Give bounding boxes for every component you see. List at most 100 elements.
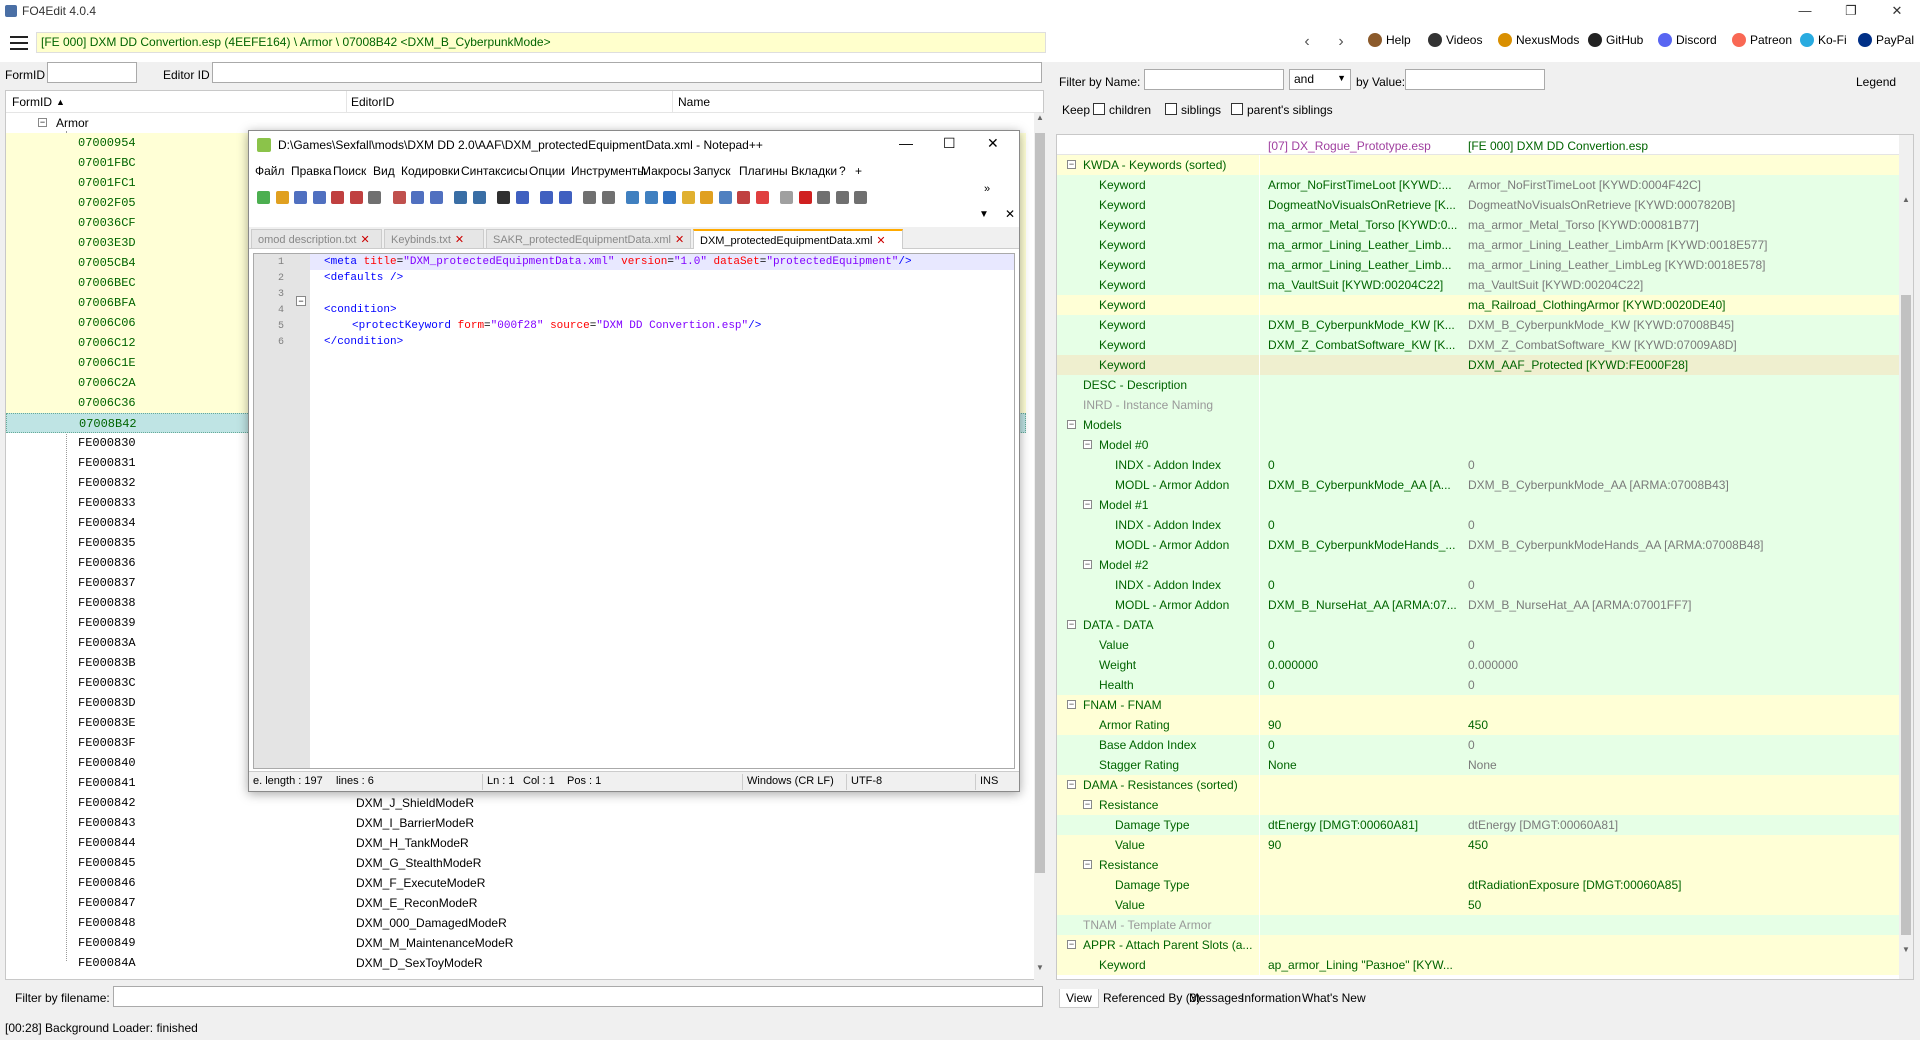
save-icon[interactable] [294, 191, 307, 204]
value-cell-plugin-2[interactable] [1460, 935, 1780, 955]
npp-menu-item[interactable]: Инструменты [571, 164, 646, 178]
value-cell-plugin-2[interactable]: ma_Railroad_ClothingArmor [KYWD:0020DE40… [1460, 295, 1780, 315]
value-cell-plugin-1[interactable]: ma_armor_Metal_Torso [KYWD:0... [1260, 215, 1460, 235]
record-field-row[interactable]: − Resistance [1057, 795, 1907, 815]
folder-icon[interactable] [737, 191, 750, 204]
value-cell-plugin-1[interactable]: ma_armor_Lining_Leather_Limb... [1260, 235, 1460, 255]
menu-icon[interactable] [10, 36, 28, 50]
value-cell-plugin-2[interactable] [1460, 615, 1780, 635]
col-divider[interactable] [672, 91, 673, 113]
collapse-icon[interactable]: − [1067, 420, 1076, 429]
value-cell-plugin-1[interactable]: ma_VaultSuit [KYWD:00204C22] [1260, 275, 1460, 295]
value-cell-plugin-1[interactable] [1260, 155, 1460, 175]
value-cell-plugin-2[interactable]: 450 [1460, 835, 1780, 855]
record-field-row[interactable]: Weight 0.000000 0.000000 [1057, 655, 1907, 675]
value-cell-plugin-1[interactable]: DXM_B_CyberpunkMode_KW [K... [1260, 315, 1460, 335]
tree-row[interactable]: FE000846 DXM_F_ExecuteModeR [6, 873, 1026, 893]
back-arrow-icon[interactable]: ‹ [1297, 32, 1317, 52]
col-header-formid[interactable]: FormID [12, 95, 52, 109]
record-field-row[interactable]: Keyword DXM_B_CyberpunkMode_KW [K... DXM_B… [1057, 315, 1907, 335]
value-cell-plugin-1[interactable] [1260, 295, 1460, 315]
value-cell-plugin-2[interactable]: dtEnergy [DMGT:00060A81] [1460, 815, 1780, 835]
npp-tab[interactable]: Keybinds.txt ✕ [384, 229, 484, 249]
value-cell-plugin-1[interactable] [1260, 795, 1460, 815]
record-field-row[interactable]: TNAM - Template Armor [1057, 915, 1907, 935]
value-cell-plugin-2[interactable] [1460, 555, 1780, 575]
notepad-editor[interactable]: 1 2 3 4 5 6 − <meta title="DXM_protectedEquip… [253, 253, 1015, 769]
value-cell-plugin-2[interactable] [1460, 435, 1780, 455]
record-field-row[interactable]: Armor Rating 90 450 [1057, 715, 1907, 735]
value-cell-plugin-2[interactable]: 0 [1460, 515, 1780, 535]
replace-icon[interactable] [515, 191, 529, 204]
tab-dropdown-icon[interactable]: ▼ [979, 209, 989, 220]
tab-view[interactable]: View [1059, 989, 1099, 1008]
record-field-row[interactable]: Keyword ma_armor_Lining_Leather_Limb... ma… [1057, 235, 1907, 255]
tree-row[interactable]: FE000842 DXM_J_ShieldModeR [6, 793, 1026, 813]
paypal-link[interactable]: PayPal [1858, 33, 1914, 47]
value-cell-plugin-1[interactable]: DXM_Z_CombatSoftware_KW [K... [1260, 335, 1460, 355]
nexus-link[interactable]: NexusMods [1498, 33, 1579, 47]
keep-siblings-checkbox[interactable] [1165, 103, 1177, 115]
tab-what-s-new[interactable]: What's New [1296, 989, 1372, 1007]
record-field-row[interactable]: Health 0 0 [1057, 675, 1907, 695]
record-field-row[interactable]: Keyword DXM_Z_CombatSoftware_KW [K... DXM_… [1057, 335, 1907, 355]
value-cell-plugin-1[interactable]: 90 [1260, 715, 1460, 735]
collapse-icon[interactable]: − [1083, 860, 1092, 869]
patreon-link[interactable]: Patreon [1732, 33, 1792, 47]
npp-menu-item[interactable]: Вид [373, 164, 395, 178]
value-cell-plugin-1[interactable]: 0 [1260, 515, 1460, 535]
value-cell-plugin-1[interactable]: 0 [1260, 675, 1460, 695]
tab-close-icon[interactable]: ✕ [876, 235, 885, 247]
value-cell-plugin-1[interactable] [1260, 375, 1460, 395]
record-field-row[interactable]: − Resistance [1057, 855, 1907, 875]
tree-row[interactable]: FE000849 DXM_M_MaintenanceModeR [6, 933, 1026, 953]
value-cell-plugin-1[interactable]: 0 [1260, 455, 1460, 475]
col-header-plugin-2[interactable]: [FE 000] DXM DD Convertion.esp [1468, 139, 1648, 153]
value-cell-plugin-2[interactable]: None [1460, 755, 1780, 775]
value-cell-plugin-1[interactable]: 0 [1260, 575, 1460, 595]
tree-row[interactable]: FE000844 DXM_H_TankModeR [6, 833, 1026, 853]
lang-icon[interactable] [681, 191, 695, 204]
close-button[interactable]: ✕ [1874, 0, 1920, 22]
record-field-row[interactable]: Keyword Armor_NoFirstTimeLoot [KYWD:... Ar… [1057, 175, 1907, 195]
collapse-icon[interactable]: − [1067, 620, 1076, 629]
record-field-row[interactable]: − KWDA - Keywords (sorted) [1057, 155, 1907, 175]
video-link[interactable]: Videos [1428, 33, 1482, 47]
value-cell-plugin-2[interactable]: 0 [1460, 455, 1780, 475]
tab-close-icon[interactable]: ✕ [455, 234, 464, 246]
npp-menu-item[interactable]: Макросы [641, 164, 691, 178]
npp-menu-item[interactable]: Файл [255, 164, 285, 178]
value-cell-plugin-2[interactable]: ma_VaultSuit [KYWD:00204C22] [1460, 275, 1780, 295]
legend-button[interactable]: Legend [1856, 75, 1896, 89]
value-cell-plugin-2[interactable]: Armor_NoFirstTimeLoot [KYWD:0004F42C] [1460, 175, 1780, 195]
record-field-row[interactable]: DESC - Description [1057, 375, 1907, 395]
value-cell-plugin-2[interactable]: DXM_B_CyberpunkModeHands_AA [ARMA:07008B… [1460, 535, 1780, 555]
value-cell-plugin-2[interactable] [1460, 955, 1780, 975]
zoom-out-icon[interactable] [558, 191, 572, 204]
record-field-row[interactable]: Keyword ma_Railroad_ClothingArmor [KYWD:0… [1057, 295, 1907, 315]
and-select[interactable]: and ▼ [1289, 69, 1351, 90]
value-cell-plugin-1[interactable]: DXM_B_CyberpunkModeHands_... [1260, 535, 1460, 555]
print-icon[interactable] [368, 191, 381, 204]
value-cell-plugin-1[interactable] [1260, 775, 1460, 795]
value-cell-plugin-2[interactable] [1460, 775, 1780, 795]
collapse-icon[interactable]: − [1083, 560, 1092, 569]
value-cell-plugin-1[interactable]: 90 [1260, 835, 1460, 855]
grid-scrollbar[interactable]: ▲ ▼ [1899, 135, 1913, 979]
record-field-row[interactable]: Value 0 0 [1057, 635, 1907, 655]
npp-menu-item[interactable]: Опции [529, 164, 565, 178]
more-tools-icon[interactable]: » [984, 183, 990, 195]
tree-row[interactable]: FE000847 DXM_E_ReconModeR [6, 893, 1026, 913]
value-cell-plugin-2[interactable] [1460, 855, 1780, 875]
npp-menu-item[interactable]: Правка [291, 164, 332, 178]
tree-row[interactable]: FE000843 DXM_I_BarrierModeR [6, 813, 1026, 833]
scroll-up-icon[interactable]: ▲ [1034, 113, 1046, 127]
monitor-icon[interactable] [755, 191, 769, 204]
value-cell-plugin-2[interactable]: 50 [1460, 895, 1780, 915]
tree-scrollbar[interactable]: ▲ ▼ [1034, 113, 1046, 981]
value-cell-plugin-1[interactable] [1260, 435, 1460, 455]
value-cell-plugin-1[interactable]: 0 [1260, 635, 1460, 655]
kofi-link[interactable]: Ko-Fi [1800, 33, 1847, 47]
value-cell-plugin-2[interactable] [1460, 495, 1780, 515]
col-header-name[interactable]: Name [678, 95, 710, 109]
